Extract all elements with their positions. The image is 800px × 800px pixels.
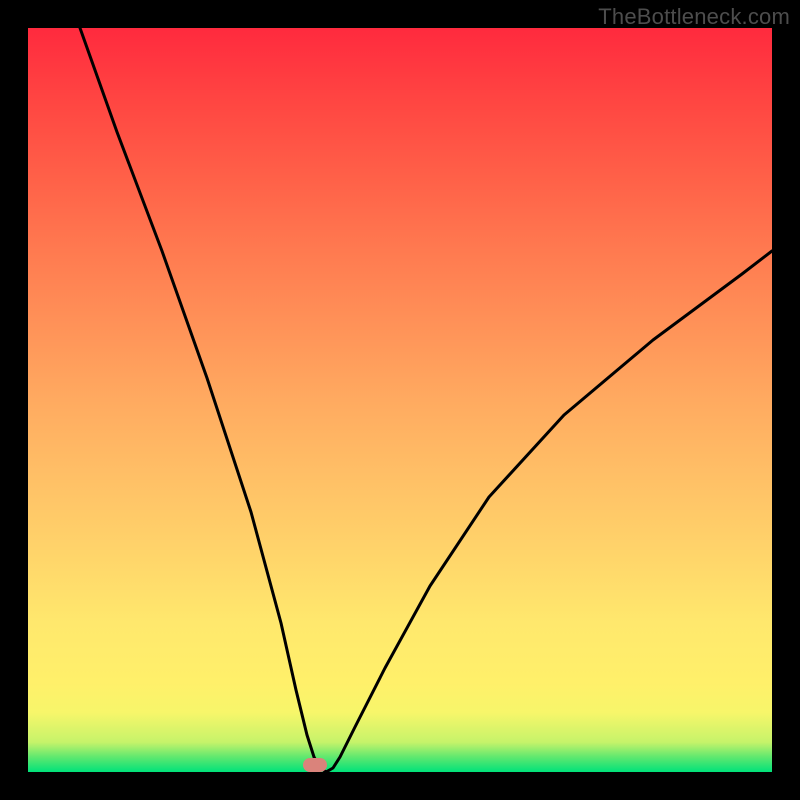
- chart-frame: TheBottleneck.com: [0, 0, 800, 800]
- bottleneck-curve: [28, 28, 772, 772]
- watermark-text: TheBottleneck.com: [598, 4, 790, 30]
- optimal-marker: [303, 758, 327, 772]
